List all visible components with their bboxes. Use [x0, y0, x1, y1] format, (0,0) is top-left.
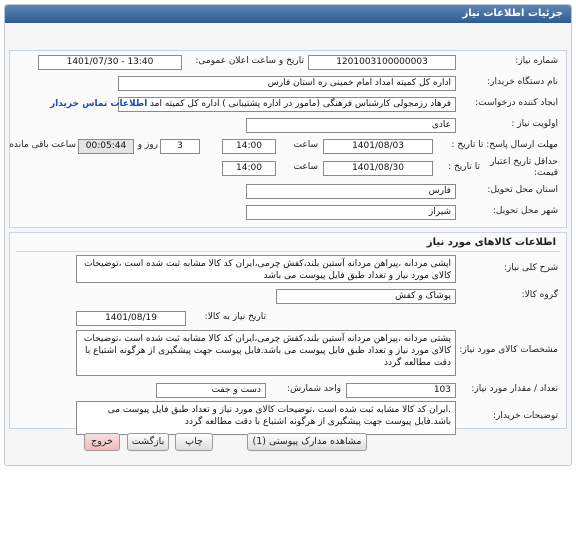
- need-number-label: شماره نیاز:: [515, 56, 558, 66]
- need-date-label: تاریخ نیاز به کالا:: [204, 312, 266, 322]
- validity-label-line2: قیمت:: [533, 168, 558, 178]
- unit-label: واحد شمارش:: [287, 384, 341, 394]
- goods-group-label: گروه کالا:: [521, 290, 558, 300]
- goods-section-title: اطلاعات کالاهای مورد نیاز: [426, 237, 556, 248]
- need-info-section: شماره نیاز: 1201003100000003 تاریخ و ساع…: [9, 50, 567, 228]
- priority-field: عادی: [246, 118, 456, 133]
- validity-date-field: 1401/08/30: [323, 161, 433, 176]
- exit-button[interactable]: خروج: [84, 433, 120, 451]
- province-label: استان محل تحویل:: [487, 185, 558, 195]
- buyer-field: اداره کل کمیته امداد امام خمینی ره استان…: [118, 76, 456, 91]
- need-number-field: 1201003100000003: [308, 55, 456, 70]
- city-label: شهر محل تحویل:: [492, 206, 558, 216]
- quantity-label: تعداد / مقدار مورد نیاز:: [471, 384, 558, 394]
- creator-label: ایجاد کننده درخواست:: [475, 98, 558, 108]
- buyer-notes-label: توضیحات خریدار:: [492, 411, 558, 421]
- goods-spec-label: مشخصات کالای مورد نیاز:: [459, 345, 558, 355]
- validity-label-line1: حداقل تاریخ اعتبار: [490, 157, 558, 167]
- creator-field: فرهاد رزمجولی کارشناس فرهنگی (مامور در ا…: [118, 97, 456, 112]
- announce-label: تاریخ و ساعت اعلان عمومی:: [195, 56, 304, 66]
- announce-field: 1401/07/30 - 13:40: [38, 55, 182, 70]
- section-divider: [16, 251, 560, 252]
- remaining-label: ساعت باقی مانده: [9, 140, 76, 150]
- validity-time-label: ساعت: [293, 162, 319, 172]
- validity-time-field: 14:00: [222, 161, 276, 176]
- goods-section: اطلاعات کالاهای مورد نیاز شرح کلی نیاز: …: [9, 232, 567, 435]
- view-attachments-button[interactable]: مشاهده مدارک پیوستی (1): [247, 433, 367, 451]
- remaining-time-field: 00:05:44: [78, 139, 134, 154]
- unit-field: دست و جفت: [156, 383, 266, 398]
- priority-label: اولویت نیاز :: [511, 119, 558, 129]
- buyer-label: نام دستگاه خریدار:: [487, 77, 558, 87]
- quantity-field: 103: [346, 383, 456, 398]
- buyer-notes-field: .ایران کد کالا مشابه ثبت شده است ،توضیحا…: [76, 401, 456, 435]
- buyer-contact-link[interactable]: اطلاعات تماس خریدار: [50, 99, 147, 109]
- need-date-field: 1401/08/19: [76, 311, 186, 326]
- panel-header: جزئیات اطلاعات نیاز: [5, 5, 571, 23]
- days-label: روز و: [137, 140, 158, 150]
- print-button[interactable]: چاپ: [175, 433, 213, 451]
- deadline-label: مهلت ارسال پاسخ: تا تاریخ :: [451, 140, 558, 150]
- deadline-date-field: 1401/08/03: [323, 139, 433, 154]
- days-field: 3: [160, 139, 200, 154]
- province-field: فارس: [246, 184, 456, 199]
- deadline-time-label: ساعت: [293, 140, 319, 150]
- city-field: شیراز: [246, 205, 456, 220]
- need-description-field: اپشی مردانه ،پیراهن مردانه آستین بلند،کف…: [76, 255, 456, 283]
- goods-spec-field: پشتی مردانه ،پیراهن مردانه آستین بلند،کف…: [76, 330, 456, 376]
- deadline-time-field: 14:00: [222, 139, 276, 154]
- validity-to-label: تا تاریخ :: [448, 162, 480, 172]
- back-button[interactable]: بازگشت: [127, 433, 169, 451]
- need-description-label: شرح کلی نیاز:: [503, 263, 558, 273]
- need-details-panel: جزئیات اطلاعات نیاز شماره نیاز: 12010031…: [4, 4, 572, 466]
- goods-group-field: پوشاک و کفش: [276, 289, 456, 304]
